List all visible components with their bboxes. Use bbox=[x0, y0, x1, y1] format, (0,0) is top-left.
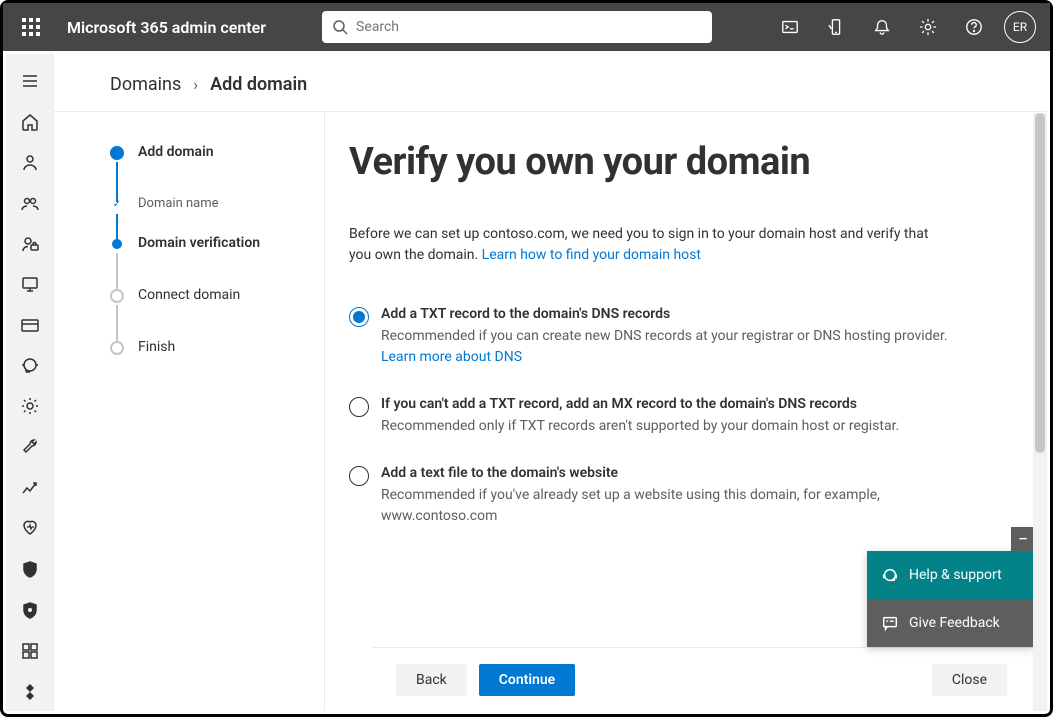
search-icon bbox=[332, 19, 348, 35]
setup-icon[interactable] bbox=[6, 427, 54, 466]
reports-icon[interactable] bbox=[6, 468, 54, 507]
headset-icon bbox=[881, 566, 899, 584]
page-title: Verify you own your domain bbox=[349, 140, 987, 184]
support-icon[interactable] bbox=[6, 346, 54, 385]
top-bar: Microsoft 365 admin center ER bbox=[3, 3, 1050, 51]
option-text-file[interactable]: Add a text file to the domain's website … bbox=[349, 465, 969, 527]
account-avatar[interactable]: ER bbox=[1004, 11, 1036, 43]
health-icon[interactable] bbox=[6, 508, 54, 547]
learn-dns-link[interactable]: Learn more about DNS bbox=[381, 349, 522, 365]
shell-icon[interactable] bbox=[768, 3, 812, 51]
step-domain-verification: Domain verification bbox=[110, 235, 324, 251]
help-icon[interactable] bbox=[952, 3, 996, 51]
step-connect-domain: Connect domain bbox=[110, 287, 324, 303]
search-input[interactable] bbox=[356, 19, 702, 35]
settings-icon[interactable] bbox=[906, 3, 950, 51]
scrollbar-thumb[interactable] bbox=[1035, 113, 1045, 453]
back-button[interactable]: Back bbox=[396, 664, 467, 696]
radio-file[interactable] bbox=[349, 466, 369, 486]
left-nav-rail bbox=[6, 54, 54, 711]
shield-2-icon[interactable] bbox=[6, 591, 54, 630]
step-add-domain: Add domain bbox=[110, 144, 324, 160]
intro-text: Before we can set up contoso.com, we nee… bbox=[349, 224, 949, 266]
gear-icon[interactable] bbox=[6, 387, 54, 426]
option-mx-record[interactable]: If you can't add a TXT record, add an MX… bbox=[349, 396, 969, 437]
shield-1-icon[interactable] bbox=[6, 551, 54, 590]
close-button[interactable]: Close bbox=[932, 664, 1007, 696]
wizard-stepper: Add domain ✓ Domain name Domain verifica… bbox=[54, 112, 324, 711]
devices-icon[interactable] bbox=[6, 265, 54, 304]
notifications-icon[interactable] bbox=[860, 3, 904, 51]
search-box[interactable] bbox=[322, 11, 712, 43]
continue-button[interactable]: Continue bbox=[479, 664, 575, 696]
option-txt-record[interactable]: Add a TXT record to the domain's DNS rec… bbox=[349, 306, 969, 368]
radio-mx[interactable] bbox=[349, 397, 369, 417]
wizard-footer: Back Continue Close bbox=[372, 647, 1047, 711]
give-feedback-button[interactable]: Give Feedback bbox=[867, 599, 1035, 647]
brand-title: Microsoft 365 admin center bbox=[59, 18, 274, 37]
step-domain-name: ✓ Domain name bbox=[110, 196, 324, 211]
roles-icon[interactable] bbox=[6, 224, 54, 263]
learn-host-link[interactable]: Learn how to find your domain host bbox=[482, 247, 701, 263]
step-finish: Finish bbox=[110, 339, 324, 355]
breadcrumb-parent[interactable]: Domains bbox=[110, 74, 181, 95]
breadcrumb-current: Add domain bbox=[210, 74, 307, 95]
mobile-icon[interactable] bbox=[814, 3, 858, 51]
help-support-button[interactable]: Help & support bbox=[867, 551, 1035, 599]
billing-icon[interactable] bbox=[6, 305, 54, 344]
home-icon[interactable] bbox=[6, 103, 54, 142]
scrollbar[interactable] bbox=[1033, 113, 1047, 711]
chevron-right-icon: › bbox=[193, 75, 198, 94]
help-collapse-icon[interactable]: − bbox=[1011, 527, 1035, 551]
breadcrumb: Domains › Add domain bbox=[54, 54, 1047, 103]
app-launcher-icon[interactable] bbox=[11, 3, 51, 51]
users-icon[interactable] bbox=[6, 143, 54, 182]
feedback-icon bbox=[881, 614, 899, 632]
admin-centers-icon[interactable] bbox=[6, 632, 54, 671]
nav-customize-icon[interactable] bbox=[6, 672, 54, 711]
help-widget: − Help & support Give Feedback bbox=[867, 551, 1035, 647]
radio-txt[interactable] bbox=[349, 307, 369, 327]
teams-icon[interactable] bbox=[6, 184, 54, 223]
nav-toggle-icon[interactable] bbox=[6, 62, 54, 101]
